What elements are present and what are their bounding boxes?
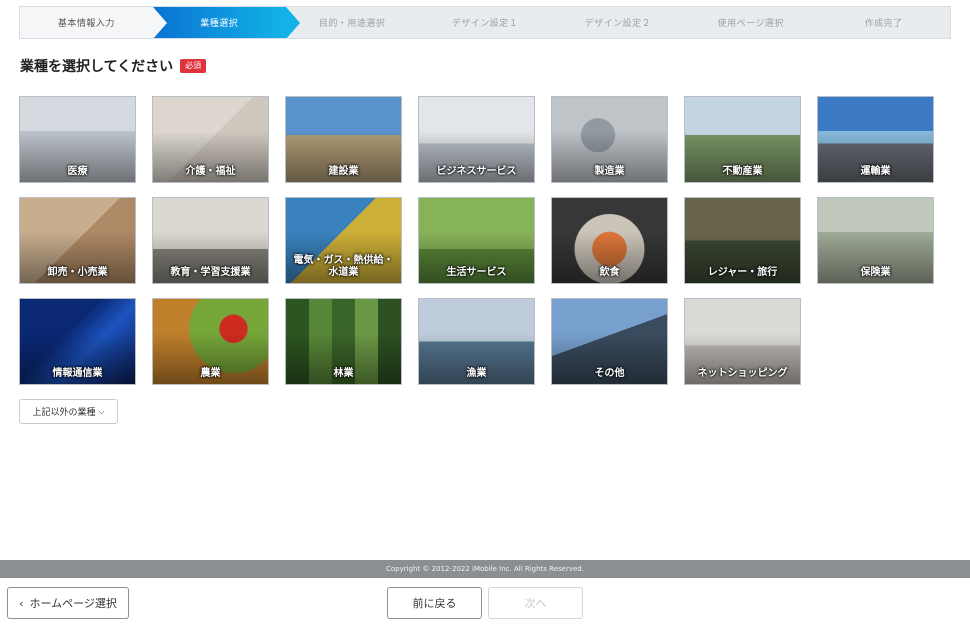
industry-label: 情報通信業	[52, 368, 103, 379]
homepage-select-label: ホームページ選択	[29, 597, 117, 610]
industry-label: 電気・ガス・熱供給・水道業	[293, 255, 394, 278]
industry-label: ビジネスサービス	[436, 166, 517, 177]
industry-label: 漁業	[466, 368, 487, 379]
step-page-select: 使用ページ選択	[684, 7, 817, 38]
next-button[interactable]: 次へ	[488, 587, 583, 619]
industry-tile-insurance[interactable]: 保険業	[817, 197, 934, 284]
industry-tile-food[interactable]: 飲食	[551, 197, 668, 284]
back-button[interactable]: 前に戻る	[387, 587, 482, 619]
step-progress-bar: 基本情報入力 業種選択 目的・用途選択 デザイン設定１ デザイン設定２ 使用ペー…	[19, 6, 951, 39]
industry-tile-agriculture[interactable]: 農業	[152, 298, 269, 385]
industry-grid: 医療 介護・福祉 建設業 ビジネスサービス 製造業 不動産業 運輸業 卸売・小売…	[19, 96, 934, 385]
other-industries-label: 上記以外の業種	[32, 408, 96, 418]
industry-label: 農業	[200, 368, 221, 379]
page-title: 業種を選択してください	[20, 59, 174, 75]
step-label: 使用ページ選択	[717, 19, 784, 29]
industry-tile-construction[interactable]: 建設業	[285, 96, 402, 183]
step-industry-select: 業種選択	[152, 7, 300, 38]
industry-tile-forestry[interactable]: 林業	[285, 298, 402, 385]
industry-tile-fishery[interactable]: 漁業	[418, 298, 535, 385]
industry-tile-utilities[interactable]: 電気・ガス・熱供給・水道業	[285, 197, 402, 284]
industry-label: 不動産業	[722, 166, 763, 177]
chevron-left-icon: ‹	[19, 596, 24, 610]
industry-tile-business-services[interactable]: ビジネスサービス	[418, 96, 535, 183]
industry-tile-life-services[interactable]: 生活サービス	[418, 197, 535, 284]
industry-label: 飲食	[599, 267, 620, 278]
step-label: デザイン設定１	[451, 19, 519, 29]
industry-tile-retail[interactable]: 卸売・小売業	[19, 197, 136, 284]
industry-label: その他	[594, 368, 625, 379]
industry-label: 卸売・小売業	[47, 267, 108, 278]
other-industries-button[interactable]: 上記以外の業種 ⌵	[19, 399, 118, 424]
industry-tile-other[interactable]: その他	[551, 298, 668, 385]
industry-tile-transport[interactable]: 運輸業	[817, 96, 934, 183]
required-badge: 必須	[180, 59, 207, 73]
step-purpose-select: 目的・用途選択	[286, 7, 419, 38]
industry-tile-leisure-travel[interactable]: レジャー・旅行	[684, 197, 801, 284]
step-design-2: デザイン設定２	[551, 7, 684, 38]
industry-label: 生活サービス	[446, 267, 507, 278]
bottom-nav: ‹ ホームページ選択 前に戻る 次へ	[0, 578, 970, 625]
industry-tile-real-estate[interactable]: 不動産業	[684, 96, 801, 183]
step-complete: 作成完了	[817, 7, 950, 38]
industry-tile-care-welfare[interactable]: 介護・福祉	[152, 96, 269, 183]
industry-label: 建設業	[328, 166, 359, 177]
homepage-select-button[interactable]: ‹ ホームページ選択	[7, 587, 129, 619]
step-design-1: デザイン設定１	[419, 7, 552, 38]
step-label: 目的・用途選択	[318, 19, 386, 29]
step-label: 基本情報入力	[57, 19, 115, 29]
industry-label: レジャー・旅行	[707, 267, 778, 278]
industry-label: 製造業	[594, 166, 625, 177]
industry-label: 林業	[333, 368, 354, 379]
step-label: 業種選択	[200, 19, 239, 29]
back-label: 前に戻る	[412, 597, 457, 610]
industry-label: 介護・福祉	[185, 166, 236, 177]
industry-label: ネットショッピング	[697, 368, 788, 379]
industry-tile-manufacturing[interactable]: 製造業	[551, 96, 668, 183]
industry-label: 教育・学習支援業	[170, 267, 251, 278]
copyright-bar: Copyright © 2012-2022 iMobile Inc. All R…	[0, 560, 970, 578]
step-label: デザイン設定２	[584, 19, 652, 29]
copyright-text: Copyright © 2012-2022 iMobile Inc. All R…	[386, 565, 584, 573]
next-label: 次へ	[524, 597, 547, 610]
industry-tile-education[interactable]: 教育・学習支援業	[152, 197, 269, 284]
step-basic-info: 基本情報入力	[20, 7, 167, 38]
industry-tile-medical[interactable]: 医療	[19, 96, 136, 183]
industry-tile-online-shopping[interactable]: ネットショッピング	[684, 298, 801, 385]
chevron-down-icon: ⌵	[98, 406, 105, 416]
section-heading: 業種を選択してください 必須	[20, 56, 207, 76]
industry-label: 保険業	[860, 267, 891, 278]
industry-label: 運輸業	[860, 166, 891, 177]
industry-label: 医療	[67, 166, 88, 177]
step-label: 作成完了	[864, 19, 903, 29]
industry-tile-it-communications[interactable]: 情報通信業	[19, 298, 136, 385]
